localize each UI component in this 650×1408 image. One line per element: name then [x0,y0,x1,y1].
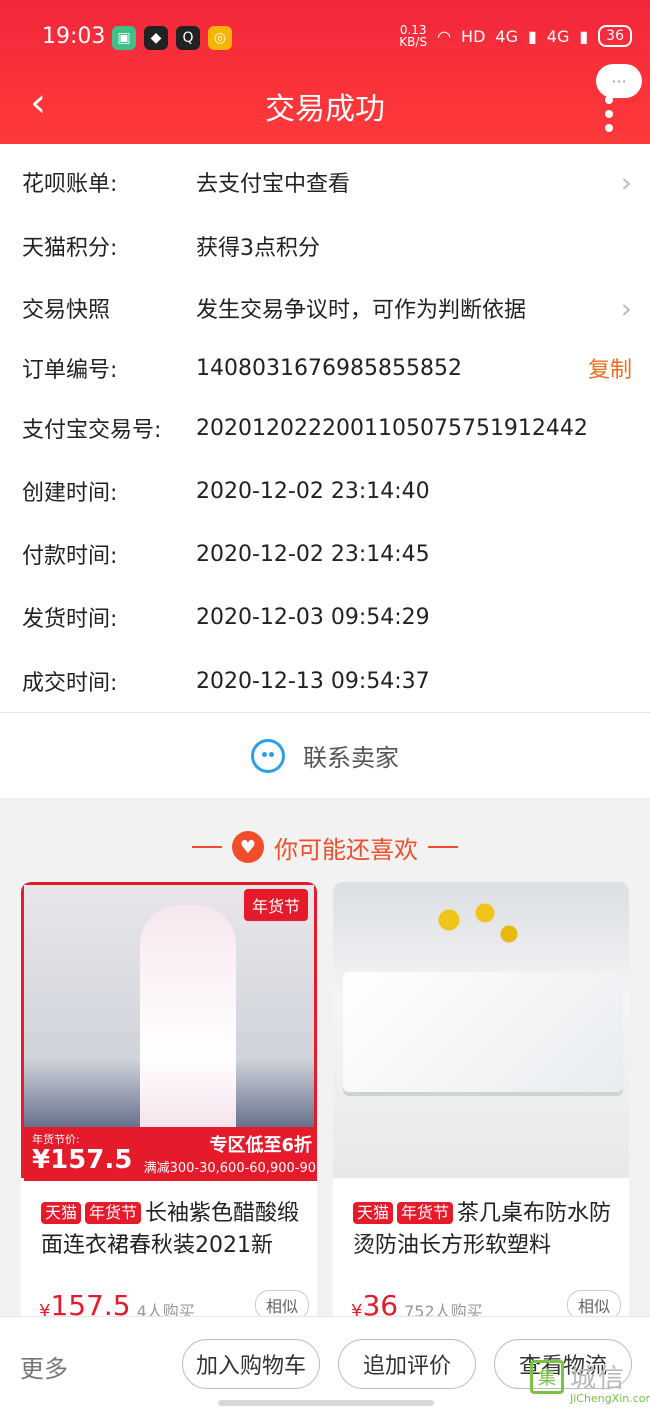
recommend-title: 你可能还喜欢 [274,835,418,864]
info-row-paid: 付款时间: 2020-12-02 23:14:45 [22,534,632,574]
net-speed: 0.13 KB/S [399,24,427,48]
more-bubble[interactable]: ··· [596,64,642,98]
chevron-right-icon: › [620,291,632,325]
info-value: 2020-12-02 23:14:40 [196,478,430,504]
product-title: 天猫 年货节 长袖紫色醋酸缎面连衣裙春秋装2021新 [41,1198,303,1262]
info-row-order-id: 订单编号: 1408031676985855852 复制 [22,348,632,388]
wifi-icon: ◠ [437,26,452,46]
info-value: 获得3点积分 [196,236,320,261]
contact-seller-button[interactable]: 联系卖家 [0,712,650,798]
watermark-text: 城信 [570,1364,627,1394]
signal-bars-icon-2: ▮ [579,26,589,46]
heart-icon: ♥ [232,831,264,863]
info-row-completed: 成交时间: 2020-12-13 09:54:37 [22,661,632,701]
info-label: 交易快照 [22,298,111,323]
qq-notify-icon: Q [176,26,200,50]
festival-tag: 年货节 [397,1202,454,1224]
table-figure [343,972,623,1092]
promo-band: 年货节价: ¥157.5 专区低至6折 满减300-30,600-60,900-… [24,1127,317,1181]
divider [428,846,458,848]
signal-4g-2: 4G [546,26,570,46]
status-time: 19:03 [42,24,106,49]
more-button[interactable]: 更多 [20,1349,68,1384]
recommend-header: ♥ 你可能还喜欢 [0,822,650,872]
info-row-points: 天猫积分: 获得3点积分 [22,226,632,266]
promo-discount: 专区低至6折 [209,1135,312,1156]
info-value: 发生交易争议时，可作为判断依据 [196,298,527,323]
home-indicator[interactable] [218,1400,434,1406]
page-title: 交易成功 [265,92,385,127]
info-label: 支付宝交易号: [22,418,162,443]
weibo-notify-icon: ◎ [208,26,232,50]
info-value: 去支付宝中查看 [196,172,351,197]
watermark: 集 城信 JiChengXin.com [530,1356,650,1408]
signal-bars-icon: ▮ [527,26,537,46]
info-label: 成交时间: [22,671,118,696]
watermark-logo-icon: 集 [530,1360,564,1394]
festival-tag: 年货节 [85,1202,142,1224]
info-value: 2020-12-13 09:54:37 [196,668,430,694]
info-label: 发货时间: [22,607,118,632]
status-right: 0.13 KB/S ◠ HD 4G ▮ 4G ▮ 36 [399,24,632,48]
info-value: 2020120222001105075751912442 [196,415,588,441]
chevron-right-icon: › [620,165,632,199]
tmall-tag: 天猫 [353,1202,394,1224]
festival-badge: 年货节 [243,889,308,921]
more-menu-icon[interactable] [604,96,614,136]
nav-bar: ‹ 交易成功 [0,76,650,136]
info-label: 订单编号: [22,358,118,383]
app-notify-icon: ▣ [112,26,136,50]
pay-notify-icon: ◆ [144,26,168,50]
info-label: 付款时间: [22,544,118,569]
notification-icons: ▣ ◆ Q ◎ [112,26,232,50]
info-value: 1408031676985855852 [196,355,462,381]
chat-face-icon [251,738,285,773]
info-value: 2020-12-02 23:14:45 [196,541,430,567]
info-row-alipay-id: 支付宝交易号: 2020120222001105075751912442 [22,408,632,448]
info-label: 创建时间: [22,481,118,506]
product-card[interactable]: 年货节 年货节价: ¥157.5 专区低至6折 满减300-30,600-60,… [21,882,317,1332]
product-title: 天猫 年货节 茶几桌布防水防烫防油长方形软塑料 [353,1198,615,1262]
flowers-figure [413,892,533,962]
hd-label: HD [461,26,486,46]
product-card[interactable]: 天猫 年货节 茶几桌布防水防烫防油长方形软塑料 ¥ 36 752人购买 相似 [333,882,629,1332]
dress-figure [140,905,236,1155]
tmall-tag: 天猫 [41,1202,82,1224]
contact-seller-label: 联系卖家 [303,744,399,772]
promo-full-reduction: 满减300-30,600-60,900-90 [143,1161,316,1176]
info-row-created: 创建时间: 2020-12-02 23:14:40 [22,471,632,511]
battery-icon: 36 [598,25,632,47]
promo-price: ¥157.5 [32,1145,133,1175]
info-label: 天猫积分: [22,236,118,261]
add-review-button[interactable]: 追加评价 [338,1339,476,1389]
product-image: 年货节 年货节价: ¥157.5 专区低至6折 满减300-30,600-60,… [21,882,317,1181]
net-speed-unit: KB/S [399,35,428,49]
signal-4g-1: 4G [495,26,518,46]
info-label: 花呗账单: [22,172,118,197]
info-row-snapshot[interactable]: 交易快照 发生交易争议时，可作为判断依据 › [22,288,632,328]
product-image [333,882,629,1178]
app-header: 19:03 ▣ ◆ Q ◎ 0.13 KB/S ◠ HD 4G ▮ 4G ▮ 3… [0,0,650,144]
copy-button[interactable]: 复制 [588,352,632,384]
add-to-cart-button[interactable]: 加入购物车 [182,1339,320,1389]
watermark-url: JiChengXin.com [570,1392,650,1405]
order-info-panel: 花呗账单: 去支付宝中查看 › 天猫积分: 获得3点积分 交易快照 发生交易争议… [0,144,650,712]
divider [192,846,222,848]
info-row-shipped: 发货时间: 2020-12-03 09:54:29 [22,597,632,637]
status-bar: 19:03 ▣ ◆ Q ◎ 0.13 KB/S ◠ HD 4G ▮ 4G ▮ 3… [0,0,650,80]
info-row-huabei[interactable]: 花呗账单: 去支付宝中查看 › [22,162,632,202]
info-value: 2020-12-03 09:54:29 [196,604,430,630]
